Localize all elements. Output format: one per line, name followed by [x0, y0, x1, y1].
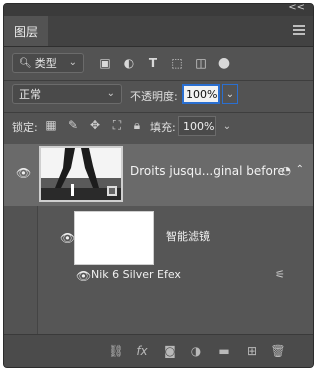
- opacity-label: 不透明度:: [130, 90, 178, 103]
- hamburger-icon[interactable]: [293, 25, 305, 35]
- link-layers-icon[interactable]: ⛓︎: [108, 343, 124, 359]
- chevron-down-icon: ⌄: [106, 88, 115, 99]
- smart-filter-icon[interactable]: ◔: [281, 164, 291, 177]
- lock-artboard-icon[interactable]: ⛶: [110, 118, 124, 132]
- lock-label: 锁定:: [12, 121, 38, 134]
- lock-image-icon[interactable]: ✎: [66, 118, 80, 132]
- chevron-down-icon: ⌄: [68, 57, 77, 68]
- visibility-eye-icon[interactable]: 👁︎: [76, 269, 91, 283]
- chevron-up-icon[interactable]: ⌃: [296, 164, 304, 175]
- layers-list: 👁︎ Droits jusqu...ginal before ◔ ⌃ 👁︎ 智能…: [4, 144, 313, 336]
- panel-top-strip: <<: [4, 4, 313, 16]
- fill-label: 填充:: [150, 121, 176, 134]
- collapse-panel-icon[interactable]: <<: [288, 4, 305, 13]
- layers-bottom-bar: ⛓︎ fx ◙ ◑ ▬ ⊞ 🗑︎: [4, 334, 313, 367]
- adjustment-layer-icon[interactable]: ◑: [188, 343, 204, 359]
- layer-row[interactable]: 👁︎ Droits jusqu...ginal before ◔ ⌃: [4, 144, 313, 206]
- lock-all-icon[interactable]: 🔒︎: [130, 118, 144, 132]
- layer-thumbnail-image: [41, 148, 121, 200]
- panel-tab-bar: 图层: [4, 16, 313, 47]
- opacity-input[interactable]: 100%: [182, 84, 220, 104]
- filter-effect-name[interactable]: Nik 6 Silver Efex: [91, 268, 181, 281]
- image-filter-icon[interactable]: ▣: [98, 56, 112, 70]
- visibility-eye-icon[interactable]: 👁︎: [16, 166, 31, 180]
- filter-kind-select[interactable]: 🔍︎ 类型 ⌄: [12, 53, 84, 73]
- smart-filter-label: 智能滤镜: [166, 230, 210, 243]
- fill-dropdown-icon[interactable]: ⌄: [220, 116, 234, 136]
- blend-mode-select[interactable]: 正常 ⌄: [12, 84, 122, 104]
- layer-thumbnail[interactable]: [39, 146, 123, 202]
- new-group-icon[interactable]: ▬: [216, 343, 232, 359]
- filter-toggle-icon[interactable]: ●: [217, 56, 231, 70]
- layer-name[interactable]: Droits jusqu...ginal before: [130, 164, 285, 178]
- smart-object-filter-icon[interactable]: ◫: [194, 56, 208, 70]
- type-filter-icon[interactable]: T: [146, 56, 160, 70]
- lock-position-icon[interactable]: ✥: [88, 118, 102, 132]
- lock-transparent-icon[interactable]: ▦: [44, 118, 58, 132]
- shape-filter-icon[interactable]: ⬚: [170, 56, 184, 70]
- blend-mode-value: 正常: [19, 88, 41, 101]
- adjustment-filter-icon[interactable]: ◐: [122, 56, 136, 70]
- layer-filter-row: 🔍︎ 类型 ⌄ ▣ ◐ T ⬚ ◫ ●: [12, 53, 308, 75]
- filter-mask-thumbnail[interactable]: [74, 211, 154, 265]
- new-layer-icon[interactable]: ⊞: [244, 343, 260, 359]
- delete-icon[interactable]: 🗑︎: [270, 343, 286, 359]
- fx-icon[interactable]: fx: [134, 343, 150, 359]
- lock-row: 锁定: ▦ ✎ ✥ ⛶ 🔒︎ 填充: 100% ⌄: [12, 116, 308, 136]
- fill-input[interactable]: 100%: [178, 116, 216, 136]
- blend-row: 正常 ⌄ 不透明度: 100% ⌄: [12, 84, 308, 106]
- opacity-dropdown-icon[interactable]: ⌄: [222, 84, 238, 104]
- search-icon: 🔍︎: [19, 57, 32, 69]
- divider: [4, 112, 313, 113]
- layers-panel: << 图层 🔍︎ 类型 ⌄ ▣ ◐ T ⬚ ◫ ● 正常 ⌄ 不透明度: 100…: [3, 3, 314, 368]
- tab-layers[interactable]: 图层: [4, 16, 48, 46]
- divider: [4, 80, 313, 81]
- filter-blending-options-icon[interactable]: ⚟: [275, 268, 285, 281]
- smart-filter-group: 👁︎ 智能滤镜 👁︎ Nik 6 Silver Efex ⚟: [37, 206, 313, 336]
- visibility-eye-icon[interactable]: 👁︎: [60, 231, 75, 245]
- filter-kind-value: 类型: [34, 57, 57, 70]
- add-mask-icon[interactable]: ◙: [162, 343, 178, 359]
